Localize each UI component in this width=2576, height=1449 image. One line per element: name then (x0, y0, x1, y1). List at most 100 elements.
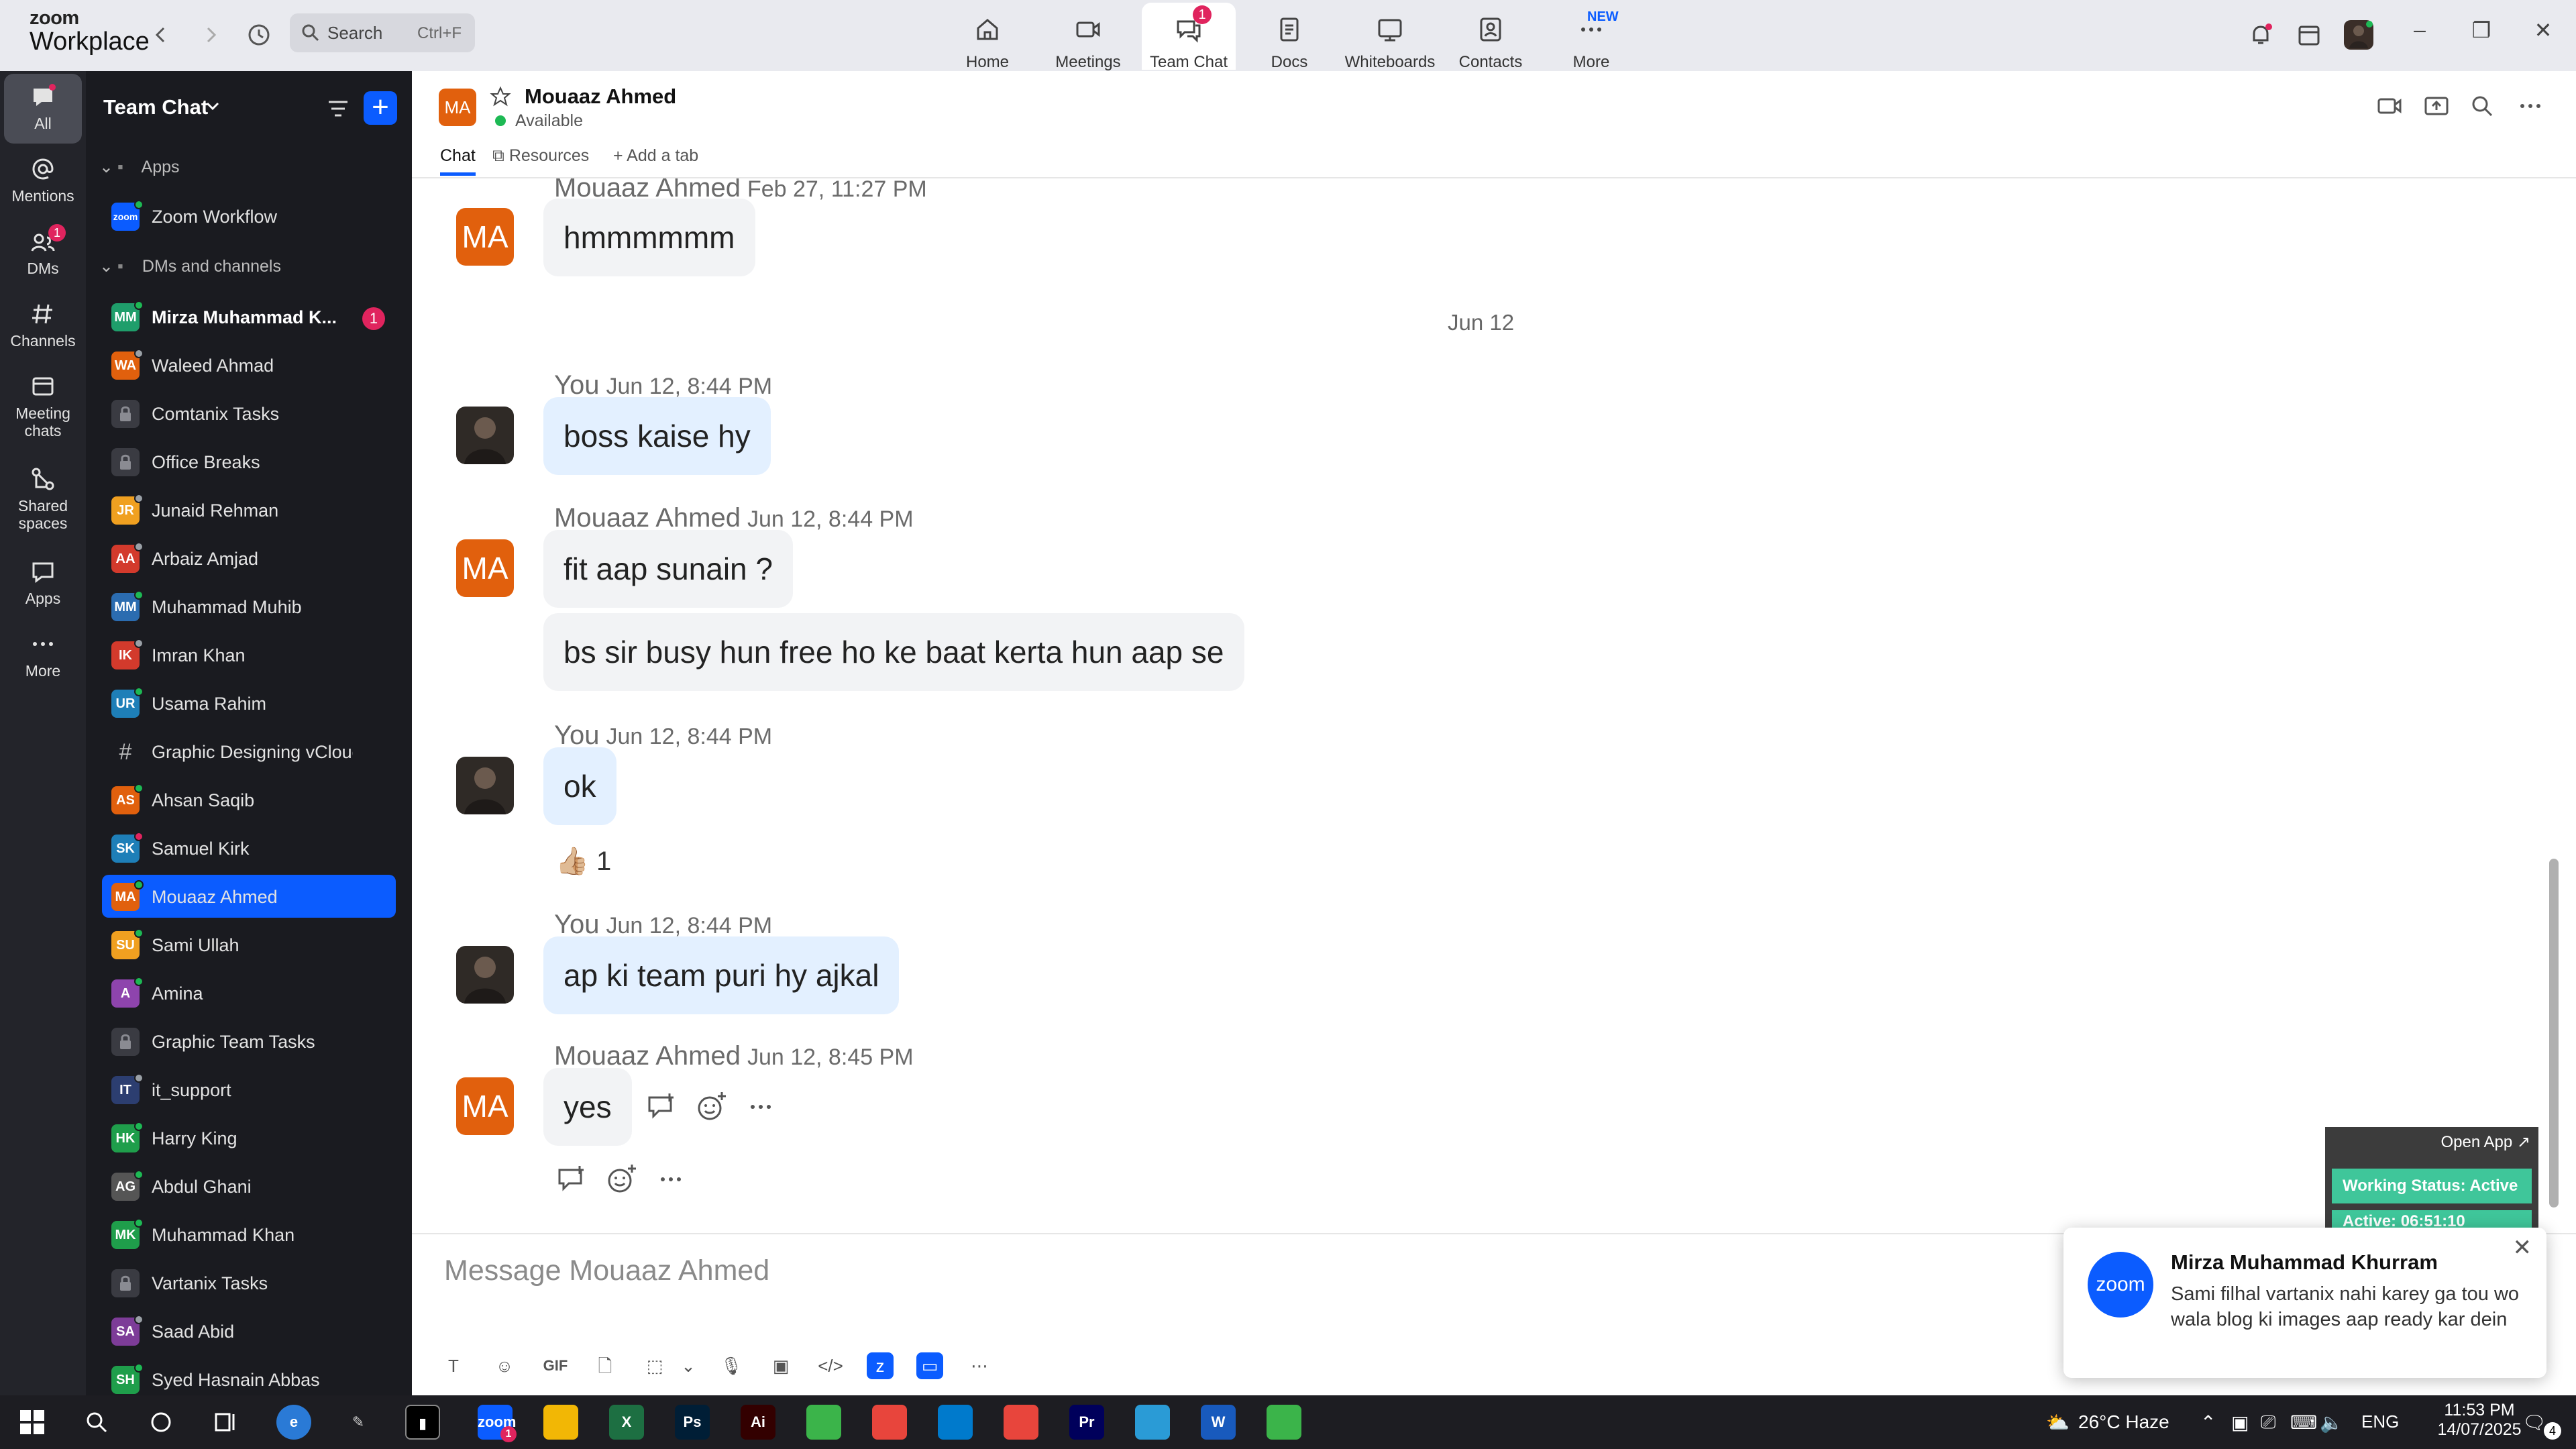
message-bubble[interactable]: fit aap sunain ? (543, 530, 794, 608)
file-explorer-icon[interactable] (543, 1405, 578, 1440)
user-avatar[interactable] (2344, 20, 2373, 50)
sidebar-item[interactable]: HK Harry King (102, 1116, 396, 1159)
rail-item-apps[interactable]: Apps (4, 549, 82, 619)
message-bubble[interactable]: bs sir busy hun free ho ke baat kerta hu… (543, 613, 1244, 691)
sidebar-item-zoom-workflow[interactable]: zoom Zoom Workflow (102, 195, 396, 237)
close-window-icon[interactable]: ✕ (2526, 17, 2560, 43)
clock[interactable]: 11:53 PM 14/07/2025 (2432, 1401, 2526, 1440)
cortana-icon[interactable] (148, 1409, 174, 1436)
reply-thread-icon[interactable] (554, 1162, 589, 1197)
file-icon[interactable]: 🗋 (592, 1352, 619, 1379)
weather-text[interactable]: 26°C Haze (2078, 1411, 2169, 1433)
zoom-app-icon[interactable]: z (867, 1352, 894, 1379)
filter-icon[interactable] (325, 95, 352, 122)
message-bubble[interactable]: yes (543, 1068, 632, 1146)
edge-icon[interactable]: e (276, 1405, 311, 1440)
history-icon[interactable] (244, 20, 274, 50)
tray-screen-icon[interactable]: ⎚ (2261, 1411, 2275, 1434)
message-more-icon[interactable] (653, 1162, 688, 1197)
word-icon[interactable]: W (1201, 1405, 1236, 1440)
rail-item-channels[interactable]: Channels (4, 291, 82, 361)
new-chat-button[interactable]: + (364, 91, 397, 125)
message-bubble[interactable]: ok (543, 747, 616, 825)
message-bubble[interactable]: boss kaise hy (543, 397, 771, 475)
chevron-down-icon[interactable] (205, 101, 220, 111)
tab-team-chat[interactable]: Team Chat 1 (1142, 3, 1236, 71)
emoji-icon[interactable]: ☺ (491, 1352, 518, 1379)
sidebar-item[interactable]: WA Waleed Ahmad (102, 343, 396, 386)
message-avatar[interactable]: MA (456, 539, 514, 597)
back-arrow-icon[interactable] (146, 20, 176, 50)
rail-item-meeting-chats[interactable]: Meeting chats (4, 364, 82, 451)
terminal-icon[interactable]: ▮ (405, 1405, 440, 1440)
zoom-workplace-logo[interactable]: zoom Workplace (30, 8, 150, 62)
minimize-icon[interactable]: – (2403, 17, 2436, 42)
tab-contacts[interactable]: Contacts (1444, 3, 1538, 71)
excel-icon[interactable]: X (609, 1405, 644, 1440)
taskbar-search-icon[interactable] (83, 1409, 110, 1436)
video-call-icon[interactable] (2375, 91, 2404, 121)
chrome-profile-icon[interactable] (1004, 1405, 1038, 1440)
section-dms-and-channels[interactable]: ⌄ ▪ DMs and channels (99, 256, 281, 283)
illustrator-icon[interactable]: Ai (741, 1405, 775, 1440)
sidebar-item[interactable]: SH Syed Hasnain Abbas (102, 1358, 396, 1401)
my-avatar[interactable] (456, 946, 514, 1004)
vscode-icon[interactable] (938, 1405, 973, 1440)
my-avatar[interactable] (456, 407, 514, 464)
message-input[interactable]: Message Mouaaz Ahmed (444, 1254, 769, 1287)
gif-button[interactable]: GIF (535, 1352, 576, 1379)
volume-icon[interactable]: 🔈 (2320, 1411, 2343, 1434)
microphone-icon[interactable]: 🎙 (718, 1352, 745, 1379)
video-message-icon[interactable]: ▣ (767, 1352, 794, 1379)
text-format-icon[interactable]: T (440, 1352, 467, 1379)
code-snippet-icon[interactable]: </> (817, 1352, 844, 1379)
add-reaction-icon[interactable] (604, 1162, 639, 1197)
search-input[interactable]: Search Ctrl+F (290, 13, 475, 52)
tab-docs[interactable]: Docs (1242, 3, 1336, 71)
chevron-down-icon[interactable]: ⌄ (675, 1352, 702, 1379)
sidebar-item[interactable]: JR Junaid Rehman (102, 488, 396, 531)
tray-app-icon[interactable]: ▣ (2231, 1411, 2249, 1434)
sidebar-item[interactable]: SU Sami Ullah (102, 923, 396, 966)
sidebar-item[interactable]: MM Mirza Muhammad K... 1 (102, 295, 396, 338)
reply-thread-icon[interactable] (644, 1089, 679, 1124)
message-scrollbar[interactable] (2549, 859, 2559, 1208)
sidebar-item[interactable]: UR Usama Rahim (102, 682, 396, 724)
star-icon[interactable] (490, 86, 511, 107)
message-avatar[interactable]: MA (456, 1077, 514, 1135)
rail-item-all[interactable]: All (4, 74, 82, 144)
add-tab-button[interactable]: + Add a tab (613, 146, 698, 176)
message-avatar[interactable]: MA (456, 208, 514, 266)
tab-resources[interactable]: ⧉ Resources (492, 146, 589, 176)
section-apps[interactable]: ⌄ ▪ Apps (99, 157, 180, 184)
message-bubble[interactable]: hmmmmmm (543, 199, 755, 276)
rail-item-dms[interactable]: DMs 1 (4, 219, 82, 288)
tray-chevron-icon[interactable]: ⌃ (2200, 1411, 2216, 1434)
sidebar-item[interactable]: Comtanix Tasks (102, 392, 396, 435)
reaction-thumbs-up[interactable]: 👍🏼 1 (555, 845, 611, 877)
windows-start-icon[interactable] (19, 1409, 46, 1436)
more-options-icon[interactable] (2516, 91, 2545, 121)
forward-arrow-icon[interactable] (196, 20, 225, 50)
weather-icon[interactable]: ⛅ (2046, 1411, 2070, 1434)
composer-more-icon[interactable]: ⋯ (966, 1352, 993, 1379)
close-icon[interactable]: ✕ (2513, 1234, 2532, 1261)
tab-home[interactable]: Home (941, 3, 1034, 71)
message-more-icon[interactable] (743, 1089, 778, 1124)
sidebar-item[interactable]: MM Muhammad Muhib (102, 585, 396, 628)
sidebar-item[interactable]: MK Muhammad Khan (102, 1213, 396, 1256)
sidebar-item[interactable]: IK Imran Khan (102, 633, 396, 676)
tab-chat[interactable]: Chat (440, 146, 476, 176)
sidebar-item[interactable]: Office Breaks (102, 440, 396, 483)
calendar-icon[interactable] (2294, 20, 2324, 50)
rail-item-mentions[interactable]: Mentions (4, 146, 82, 216)
chrome-icon[interactable] (872, 1405, 907, 1440)
search-icon[interactable] (2467, 91, 2497, 121)
sidebar-item[interactable]: MA Mouaaz Ahmed (102, 875, 396, 918)
tab-meetings[interactable]: Meetings (1041, 3, 1135, 71)
sidebar-item[interactable]: AA Arbaiz Amjad (102, 537, 396, 580)
rail-item-more[interactable]: More (4, 621, 82, 691)
task-view-icon[interactable] (212, 1409, 239, 1436)
notification-bell-icon[interactable] (2246, 20, 2275, 50)
sidebar-item[interactable]: AS Ahsan Saqib (102, 778, 396, 821)
